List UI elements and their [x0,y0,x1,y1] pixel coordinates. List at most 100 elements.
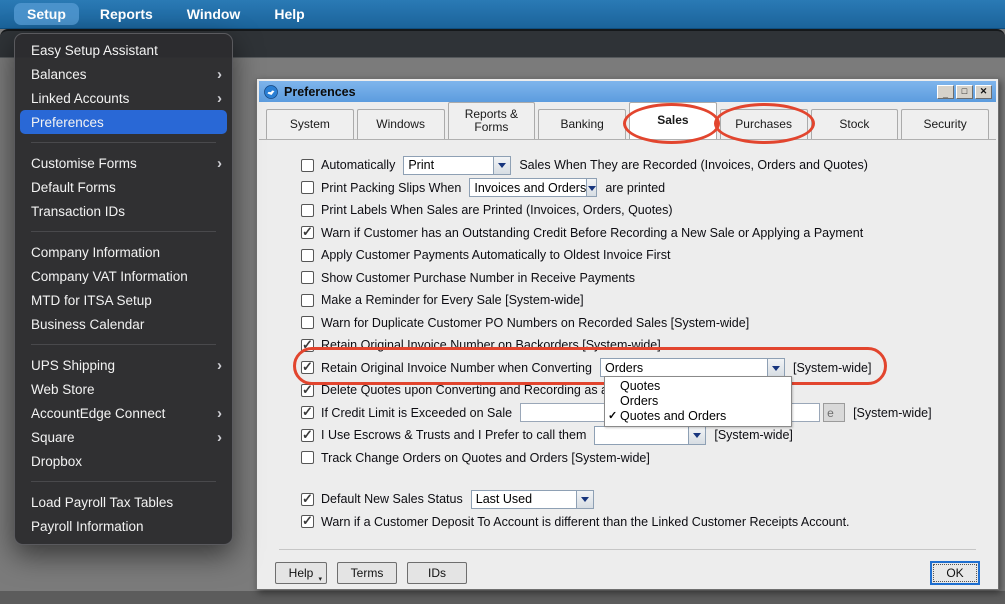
menu-item-transaction-ids[interactable]: Transaction IDs [15,199,232,223]
checkbox[interactable] [301,224,314,240]
checkbox[interactable] [301,293,314,307]
chevron-right-icon: › [217,89,222,107]
tab-windows[interactable]: Windows [356,109,445,139]
menubar-item-window[interactable]: Window [174,3,254,25]
tab-security[interactable]: Security [901,109,989,139]
checkbox[interactable] [301,181,314,195]
row-label: Retain Original Invoice Number when Conv… [321,360,592,375]
menu-item-label: AccountEdge Connect [31,405,166,421]
help-button-label: Help [288,565,314,580]
checkbox[interactable] [301,158,314,172]
accountedge-logo-icon [264,84,278,99]
checkbox[interactable] [301,203,314,217]
menu-separator [31,142,216,143]
menu-item-linked-accounts[interactable]: Linked Accounts › [15,86,232,110]
tab-reports-forms[interactable]: Reports & Forms [447,102,536,139]
preference-row: Track Change Orders on Quotes and Orders… [259,447,996,470]
chevron-down-icon[interactable] [493,156,511,174]
disabled-field-fragment: e [823,403,846,423]
terms-button[interactable]: Terms [337,561,397,584]
tab-banking[interactable]: Banking [538,109,626,139]
combo-select[interactable]: Invoices and Orders [469,178,598,198]
menu-item-label: UPS Shipping [31,357,116,373]
close-icon[interactable]: ✕ [975,84,992,99]
ids-button[interactable]: IDs [407,561,467,584]
menubar-item-reports[interactable]: Reports [87,3,166,25]
row-label: Delete Quotes upon Converting and Record… [321,383,608,398]
dropdown-option-orders[interactable]: Orders [605,394,791,409]
checkbox[interactable] [301,404,314,420]
preferences-content: Automatically Print Sales When They are Re… [259,139,996,549]
combo-select[interactable]: Last Used [470,489,594,509]
combo-select[interactable]: Orders [599,358,785,378]
chevron-down-icon[interactable] [688,426,706,444]
dropdown-option-quotes-and-orders[interactable]: Quotes and Orders [605,409,791,424]
menu-item-default-forms[interactable]: Default Forms [15,175,232,199]
checkbox[interactable] [301,316,314,330]
menu-item-label: Web Store [31,381,95,397]
help-dropdown-arrow-icon: ▾ [318,575,322,583]
maximize-icon[interactable]: □ [956,84,973,99]
menu-item-label: Customise Forms [31,155,137,171]
tab-purchases[interactable]: Purchases [719,109,808,139]
combo-select[interactable] [594,425,707,445]
menu-item-dropbox[interactable]: Dropbox [15,449,232,473]
checkbox[interactable] [301,382,314,398]
dropdown-option-quotes[interactable]: Quotes [605,379,791,394]
checkbox[interactable] [301,427,314,443]
menu-item-square[interactable]: Square › [15,425,232,449]
titlebar[interactable]: Preferences _ □ ✕ [259,81,996,102]
chevron-down-icon[interactable] [586,179,597,197]
menu-item-payroll-information[interactable]: Payroll Information [15,514,232,538]
menu-item-load-payroll-tax-tables[interactable]: Load Payroll Tax Tables [15,490,232,514]
row-label: Print Labels When Sales are Printed (Inv… [321,203,673,218]
chevron-down-icon[interactable] [766,359,784,377]
row-label: I Use Escrows & Trusts and I Prefer to c… [321,428,587,443]
checkbox[interactable] [301,248,314,262]
checkbox[interactable] [301,359,314,375]
chevron-right-icon: › [217,428,222,446]
menu-item-easy-setup-assistant[interactable]: Easy Setup Assistant [15,38,232,62]
chevron-right-icon: › [217,154,222,172]
tab-sales[interactable]: Sales [629,102,717,139]
help-button[interactable]: Help ▾ [275,561,327,584]
chevron-down-icon[interactable] [575,490,593,508]
tab-stock[interactable]: Stock [810,109,899,139]
menubar-item-setup[interactable]: Setup [14,3,79,25]
menu-item-company-vat-information[interactable]: Company VAT Information [15,264,232,288]
preference-row: Warn if Customer has an Outstanding Cred… [259,222,996,245]
menu-item-accountedge-connect[interactable]: AccountEdge Connect › [15,401,232,425]
menu-item-label: Load Payroll Tax Tables [31,494,174,510]
row-label: Warn if Customer has an Outstanding Cred… [321,225,864,240]
row-label: Automatically [321,158,396,173]
menu-item-customise-forms[interactable]: Customise Forms › [15,151,232,175]
preference-row: Print Labels When Sales are Printed (Inv… [259,199,996,222]
combo-select[interactable]: Print [403,155,512,175]
combo-dropdown-list: QuotesOrdersQuotes and Orders [604,376,792,427]
menu-item-company-information[interactable]: Company Information [15,240,232,264]
menu-separator [31,231,216,232]
menubar-item-help[interactable]: Help [261,3,317,25]
ok-button[interactable]: OK [933,563,977,582]
menu-item-label: Payroll Information [31,518,144,534]
menu-item-label: Preferences [31,114,104,130]
menu-item-mtd-for-itsa-setup[interactable]: MTD for ITSA Setup [15,288,232,312]
checkbox[interactable] [301,491,314,507]
menu-item-web-store[interactable]: Web Store [15,377,232,401]
menu-item-label: Transaction IDs [31,203,126,219]
row-label: Show Customer Purchase Number in Receive… [321,270,636,285]
menu-item-ups-shipping[interactable]: UPS Shipping › [15,353,232,377]
checkbox[interactable] [301,337,314,353]
chevron-right-icon: › [217,404,222,422]
tab-system[interactable]: System [266,109,354,139]
preference-row: Warn if a Customer Deposit To Account is… [259,511,996,534]
menu-item-business-calendar[interactable]: Business Calendar [15,312,232,336]
menu-item-balances[interactable]: Balances › [15,62,232,86]
desktop: Setup Reports Window Help Easy Setup Assist… [0,0,1005,604]
row-label: Apply Customer Payments Automatically to… [321,248,671,263]
minimize-icon[interactable]: _ [937,84,954,99]
checkbox[interactable] [301,513,314,529]
checkbox[interactable] [301,271,314,285]
checkbox[interactable] [301,451,314,465]
menu-item-preferences[interactable]: Preferences [20,110,227,134]
